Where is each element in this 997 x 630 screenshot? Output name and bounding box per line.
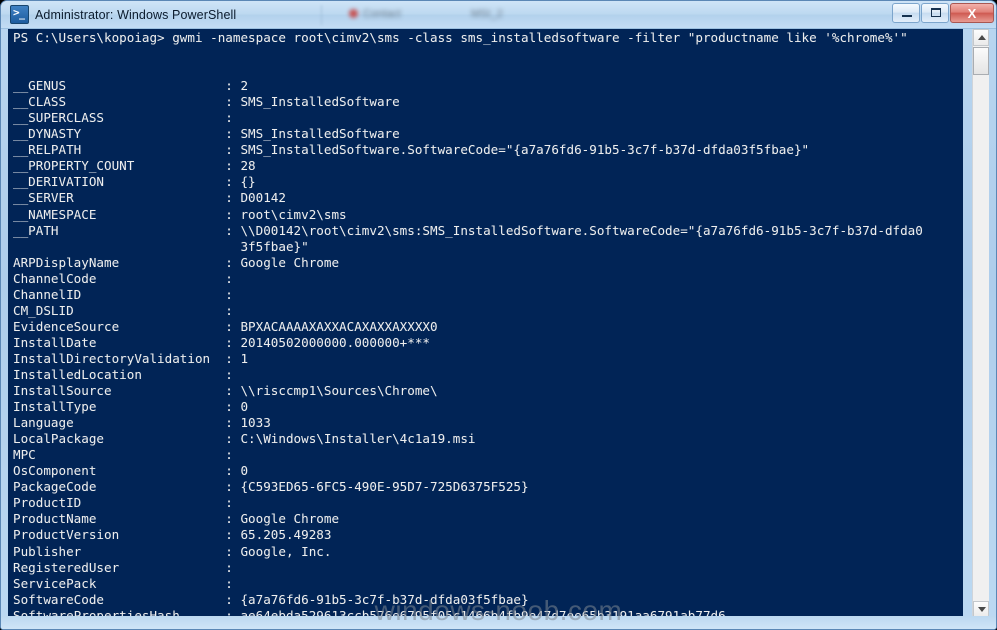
minimize-icon bbox=[902, 15, 912, 17]
background-taskbar-label-2: MSI_2 bbox=[471, 8, 503, 20]
vertical-scrollbar[interactable] bbox=[972, 29, 989, 618]
powershell-window: Contact MSI_2 Administrator: Windows Pow… bbox=[0, 0, 997, 630]
scroll-up-button[interactable] bbox=[973, 29, 989, 46]
maximize-button[interactable] bbox=[921, 3, 949, 23]
window-bottom-frame bbox=[1, 616, 996, 629]
close-icon: X bbox=[967, 5, 977, 21]
window-title: Administrator: Windows PowerShell bbox=[35, 7, 237, 22]
caption-buttons: X bbox=[892, 3, 994, 23]
powershell-icon bbox=[10, 4, 29, 24]
chevron-up-icon bbox=[978, 35, 986, 40]
console-text: PS C:\Users\kopoiag> gwmi -namespace roo… bbox=[13, 30, 923, 618]
scrollbar-thumb[interactable] bbox=[973, 47, 989, 75]
close-button[interactable]: X bbox=[950, 3, 994, 23]
background-taskbar-icon bbox=[349, 9, 358, 18]
title-bar-left: Administrator: Windows PowerShell bbox=[10, 4, 237, 24]
background-separator bbox=[321, 5, 322, 25]
console-output-area[interactable]: PS C:\Users\kopoiag> gwmi -namespace roo… bbox=[8, 29, 963, 618]
title-bar[interactable]: Contact MSI_2 Administrator: Windows Pow… bbox=[1, 1, 996, 29]
chevron-down-icon bbox=[978, 607, 986, 612]
maximize-icon bbox=[931, 8, 941, 17]
minimize-button[interactable] bbox=[892, 3, 920, 23]
background-taskbar-label-1: Contact bbox=[363, 8, 401, 20]
